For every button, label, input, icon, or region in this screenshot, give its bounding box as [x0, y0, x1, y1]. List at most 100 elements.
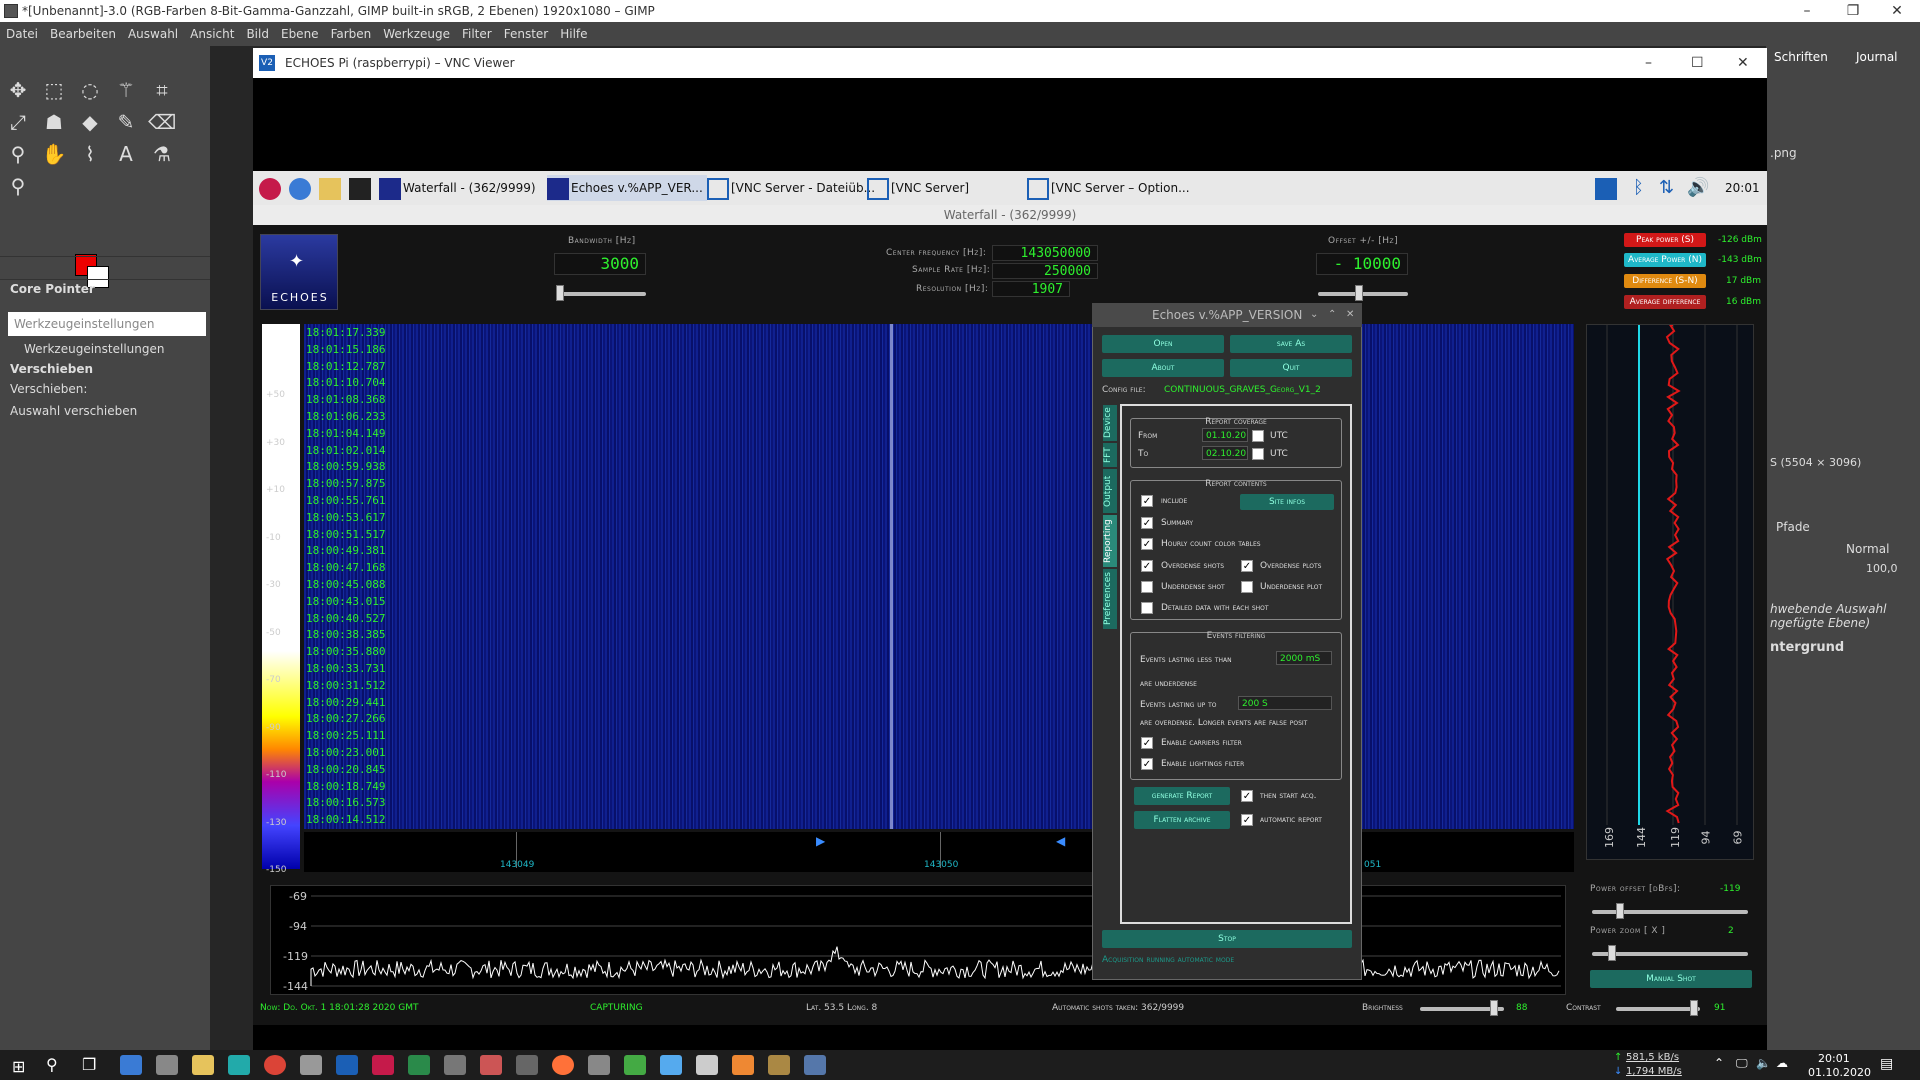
menu-fenster[interactable]: Fenster: [498, 22, 555, 46]
task-vnc-options[interactable]: [VNC Server – Option...: [1027, 175, 1190, 201]
task-vnc-file[interactable]: [VNC Server - Dateiüb...: [707, 175, 875, 201]
maximize-button[interactable]: ❐: [1830, 0, 1876, 22]
rect-select-icon[interactable]: ⬚: [40, 76, 68, 104]
offset-slider[interactable]: [1318, 292, 1408, 296]
tray-network-icon[interactable]: 🖵: [1736, 1056, 1748, 1071]
chrome-icon[interactable]: [264, 1055, 286, 1075]
move-tool-icon[interactable]: ✥: [4, 76, 32, 104]
app-icon-16[interactable]: [660, 1055, 682, 1075]
offset-value[interactable]: - 10000: [1316, 253, 1408, 275]
save-as-button[interactable]: save As: [1230, 335, 1352, 353]
menu-datei[interactable]: Datei: [0, 22, 44, 46]
app-icon-15[interactable]: [624, 1055, 646, 1075]
events-upto-field[interactable]: 200 S: [1238, 696, 1332, 710]
tab-reporting[interactable]: Reporting: [1103, 515, 1117, 567]
tab-preferences[interactable]: Preferences: [1103, 569, 1117, 629]
app-icon-8[interactable]: [372, 1055, 394, 1075]
stop-button[interactable]: Stop: [1102, 930, 1352, 948]
lasso-icon[interactable]: ◌: [76, 76, 104, 104]
from-date-field[interactable]: 01.10.20: [1202, 428, 1248, 442]
firefox-icon[interactable]: [552, 1055, 574, 1075]
color-picker-icon[interactable]: ⚗: [148, 140, 176, 168]
dialog-chevron-icon[interactable]: ⌄: [1310, 303, 1318, 327]
app-icon-10[interactable]: [444, 1055, 466, 1075]
notification-icon[interactable]: ▤: [1880, 1056, 1893, 1072]
settings-icon[interactable]: [588, 1055, 610, 1075]
menu-ebene[interactable]: Ebene: [275, 22, 325, 46]
manual-shot-button[interactable]: Manual Shot: [1590, 970, 1752, 988]
menu-auswahl[interactable]: Auswahl: [122, 22, 184, 46]
then-start-checkbox[interactable]: ✓: [1241, 790, 1253, 802]
contrast-slider[interactable]: [1616, 1007, 1700, 1011]
auto-report-checkbox[interactable]: ✓: [1241, 814, 1253, 826]
menu-bild[interactable]: Bild: [240, 22, 275, 46]
underdense-shot-checkbox[interactable]: [1141, 581, 1153, 593]
windows-start-icon[interactable]: ⊞: [12, 1057, 25, 1076]
tool-options-search[interactable]: Werkzeugeinstellungen: [8, 312, 206, 336]
browser-icon[interactable]: [289, 175, 313, 201]
bandwidth-slider[interactable]: [556, 292, 646, 296]
task-waterfall[interactable]: Waterfall - (362/9999): [379, 175, 536, 201]
tab-schriften[interactable]: Schriften: [1774, 50, 1828, 64]
bucket-fill-icon[interactable]: ◆: [76, 108, 104, 136]
eraser-icon[interactable]: ⌫: [148, 108, 176, 136]
overdense-shots-checkbox[interactable]: ✓: [1141, 560, 1153, 572]
search-icon[interactable]: ⚲: [46, 1055, 58, 1074]
layer-background[interactable]: ntergrund: [1770, 640, 1844, 655]
lightings-checkbox[interactable]: ✓: [1141, 758, 1153, 770]
events-less-field[interactable]: 2000 mS: [1276, 651, 1332, 665]
warp-icon[interactable]: ☗: [40, 108, 68, 136]
tab-device[interactable]: Device: [1103, 405, 1117, 441]
bluetooth-icon[interactable]: ᛒ: [1633, 175, 1644, 201]
offset-slider-thumb[interactable]: [1355, 285, 1363, 301]
app-icon-12[interactable]: [516, 1055, 538, 1075]
vnc-maximize-button[interactable]: ☐: [1691, 48, 1704, 78]
menu-hilfe[interactable]: Hilfe: [554, 22, 593, 46]
transform-icon[interactable]: ⤢: [4, 108, 32, 136]
carriers-checkbox[interactable]: ✓: [1141, 737, 1153, 749]
sample-rate-value[interactable]: 250000: [992, 263, 1098, 279]
task-view-icon[interactable]: ❐: [82, 1055, 96, 1074]
dialog-maximize-icon[interactable]: ⌃: [1328, 303, 1336, 327]
app-icon-4[interactable]: [228, 1055, 250, 1075]
volume-icon[interactable]: 🔊: [1687, 175, 1709, 201]
bandwidth-value[interactable]: 3000: [554, 253, 646, 275]
quit-button[interactable]: Quit: [1230, 359, 1352, 377]
brightness-thumb[interactable]: [1490, 1000, 1498, 1016]
to-utc-checkbox[interactable]: [1252, 448, 1264, 460]
clone-icon[interactable]: ⚲: [4, 140, 32, 168]
task-vnc-server[interactable]: [VNC Server]: [867, 175, 969, 201]
menu-werkzeuge[interactable]: Werkzeuge: [377, 22, 456, 46]
pencil-icon[interactable]: ✎: [112, 108, 140, 136]
vnc-minimize-button[interactable]: –: [1645, 48, 1652, 78]
opacity-value[interactable]: 100,0: [1866, 562, 1898, 575]
underdense-plot-checkbox[interactable]: [1241, 581, 1253, 593]
tool-options-tab[interactable]: Werkzeugeinstellungen: [24, 342, 164, 356]
vnc-viewer-icon[interactable]: [336, 1055, 358, 1075]
fuzzy-select-icon[interactable]: ⚚: [112, 76, 140, 104]
gimp-icon[interactable]: [804, 1055, 826, 1075]
layer-mode-select[interactable]: Normal: [1846, 542, 1889, 556]
text-tool-icon[interactable]: A: [112, 140, 140, 168]
band-marker-right-icon[interactable]: ◀: [1056, 834, 1065, 848]
center-freq-value[interactable]: 143050000: [992, 245, 1098, 261]
hourly-checkbox[interactable]: ✓: [1141, 538, 1153, 550]
about-button[interactable]: About: [1102, 359, 1224, 377]
power-offset-thumb[interactable]: [1616, 903, 1624, 919]
task-echoes[interactable]: Echoes v.%APP_VER...: [547, 175, 707, 201]
menu-filter[interactable]: Filter: [456, 22, 498, 46]
terminal-icon[interactable]: [349, 175, 373, 201]
zoom-icon[interactable]: ⚲: [4, 172, 32, 200]
vnc-tray-icon[interactable]: [1595, 175, 1619, 201]
network-icon[interactable]: ⇅: [1659, 175, 1674, 201]
generate-report-button[interactable]: generate Report: [1134, 787, 1230, 805]
to-date-field[interactable]: 02.10.20: [1202, 446, 1248, 460]
folder-icon[interactable]: [319, 175, 343, 201]
app-icon-11[interactable]: [480, 1055, 502, 1075]
smudge-icon[interactable]: ✋: [40, 140, 68, 168]
vnc-close-button[interactable]: ✕: [1737, 48, 1749, 78]
tab-output[interactable]: Output: [1103, 469, 1117, 513]
app-icon-18[interactable]: [732, 1055, 754, 1075]
detailed-checkbox[interactable]: [1141, 602, 1153, 614]
overdense-plots-checkbox[interactable]: ✓: [1241, 560, 1253, 572]
